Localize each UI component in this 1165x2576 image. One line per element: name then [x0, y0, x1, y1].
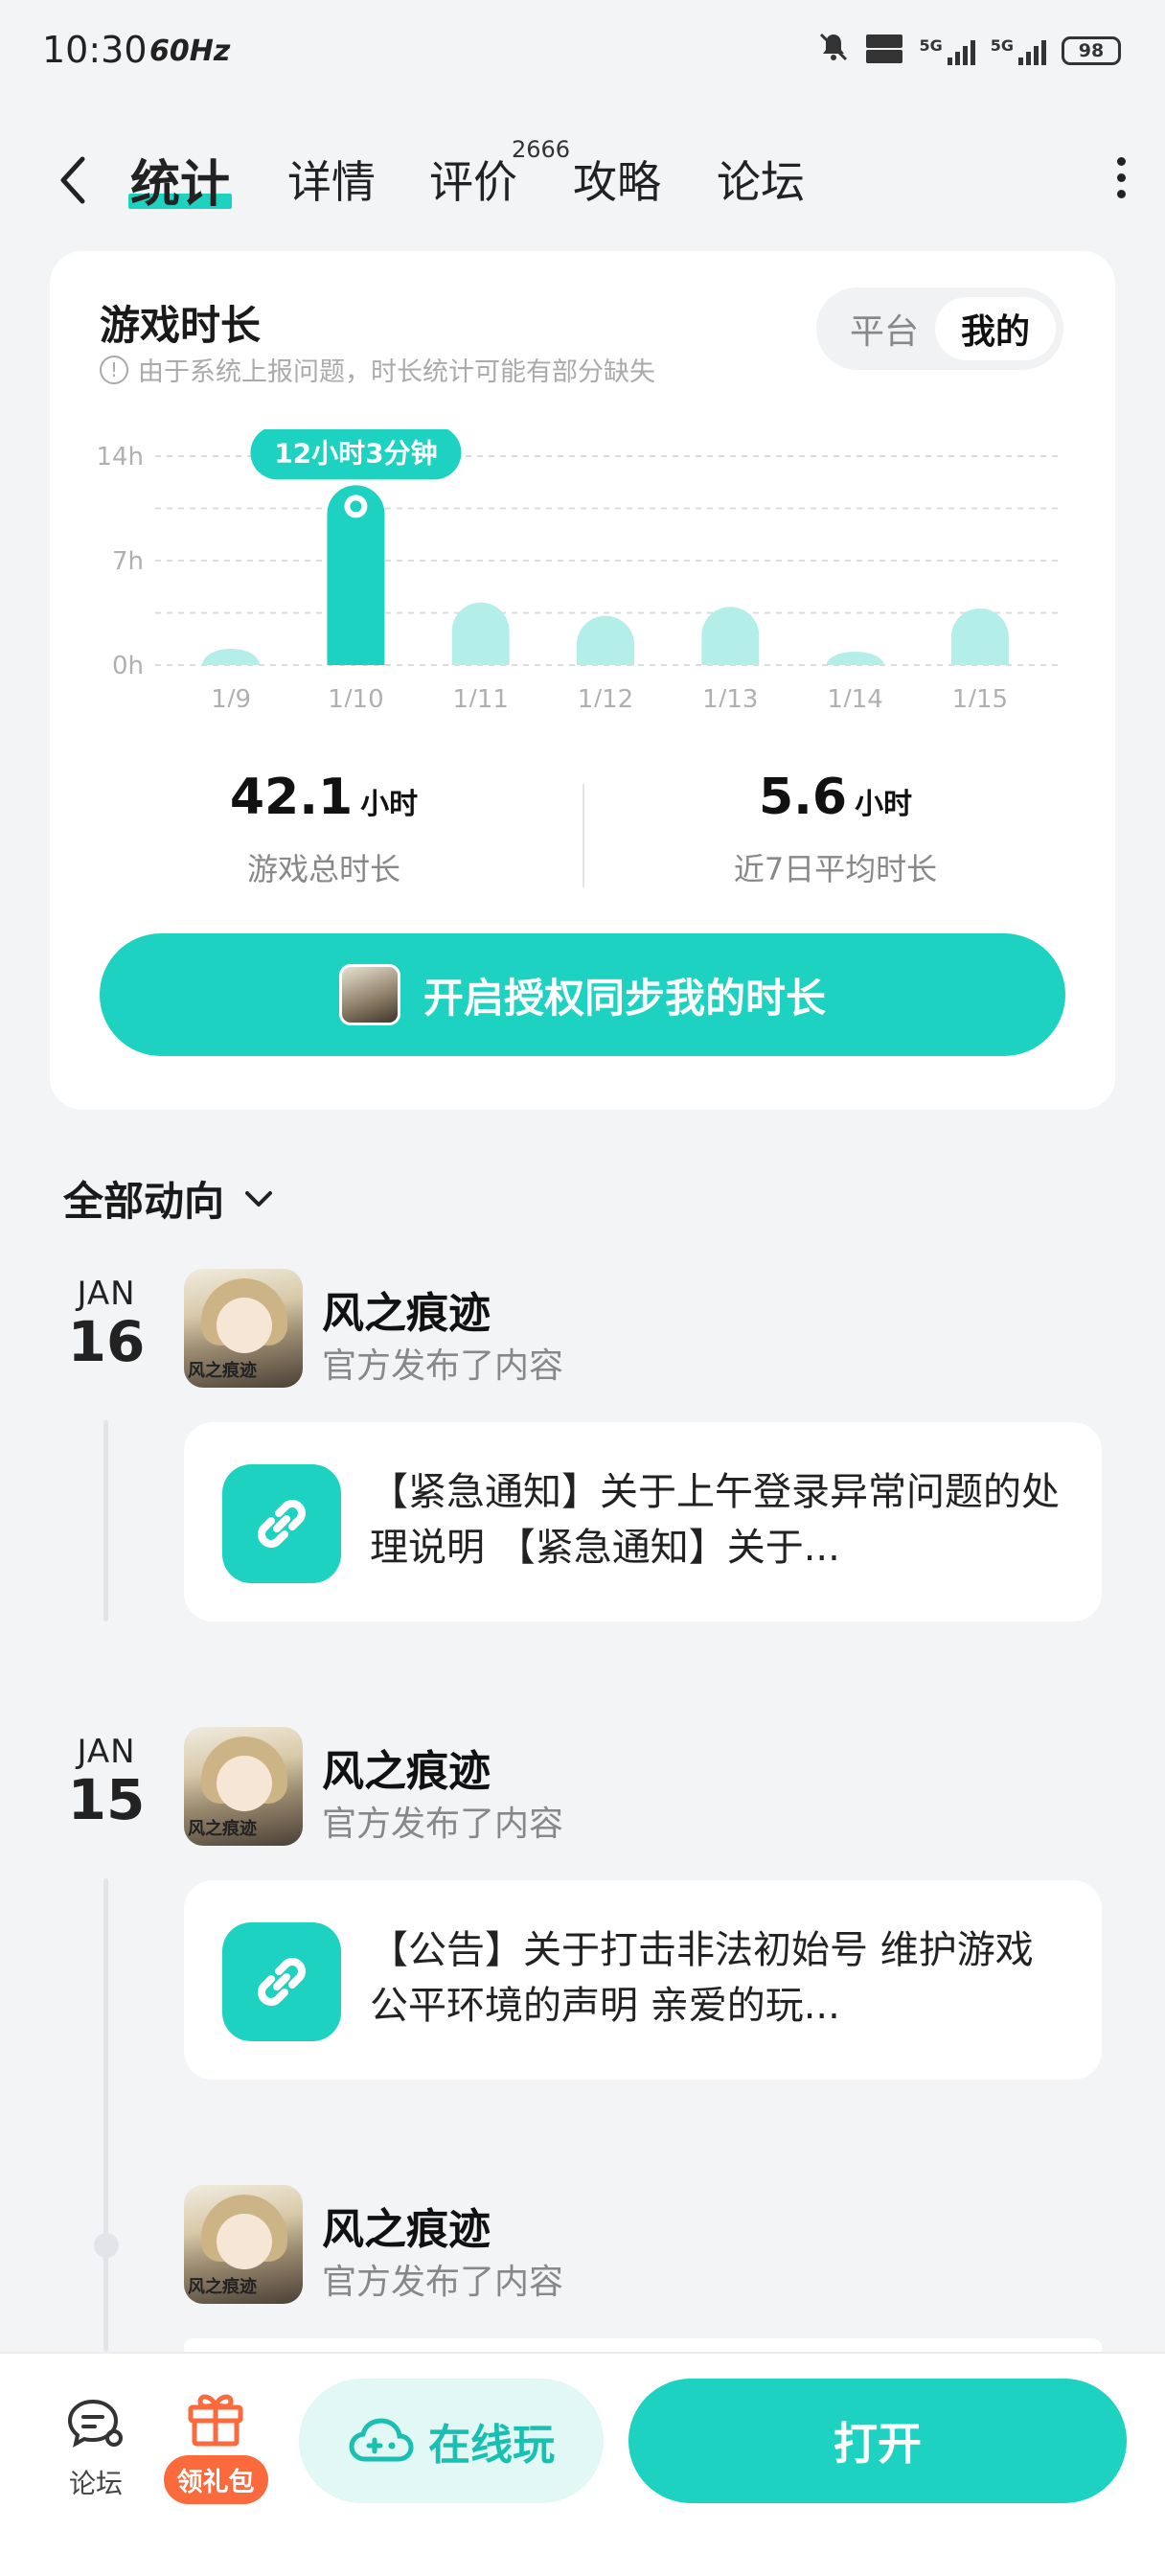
more-options-button[interactable] [1111, 157, 1131, 205]
y-tick-label: 14h [96, 443, 144, 472]
tab-details[interactable]: 详情 [287, 148, 376, 211]
info-icon: ! [100, 355, 128, 384]
post-date: JAN 15 [54, 1733, 159, 1829]
post-action: 官方发布了内容 [322, 1346, 564, 1386]
cloud-play-button[interactable]: 在线玩 [299, 2379, 604, 2503]
reviews-count-badge: 2666 [512, 136, 571, 163]
signal-icon: 5G [919, 36, 975, 65]
average-playtime-label: 近7日平均时长 [733, 851, 938, 887]
game-avatar [338, 964, 400, 1025]
hd-icon [865, 33, 903, 69]
chart-bar[interactable] [451, 602, 510, 665]
sync-playtime-button[interactable]: 开启授权同步我的时长 [100, 933, 1065, 1056]
average-playtime-unit: 小时 [855, 788, 913, 821]
post-card[interactable]: 【公告】关于打击非法初始号 维护游戏公平环境的声明 亲爱的玩... [184, 1880, 1102, 2080]
chart-bar[interactable] [950, 608, 1009, 665]
toggle-platform[interactable]: 平台 [824, 297, 945, 360]
chat-bubble-icon [67, 2399, 123, 2448]
card-title: 游戏时长 [100, 302, 262, 349]
author-avatar[interactable]: 风之痕迹 [184, 1269, 303, 1388]
gift-icon [188, 2394, 243, 2447]
feed-filter-dropdown[interactable]: 全部动向 [63, 1169, 276, 1228]
post-date: JAN 16 [54, 1275, 159, 1371]
author-avatar[interactable]: 风之痕迹 [184, 1727, 303, 1846]
y-tick-label: 0h [112, 652, 144, 680]
sync-button-label: 开启授权同步我的时长 [423, 974, 826, 1022]
status-time: 10:30 [42, 29, 148, 71]
feed-title: 全部动向 [63, 1178, 225, 1225]
top-nav: 统计 详情 评价 2666 攻略 论坛 [0, 134, 1165, 230]
x-tick-label: 1/14 [827, 685, 882, 707]
summary-stats: 42.1 小时 游戏总时长 5.6 小时 近7日平均时长 [50, 769, 1115, 887]
tooltip-text: 12小时3分钟 [274, 437, 437, 469]
signal-icon: 5G [991, 36, 1046, 65]
tab-reviews[interactable]: 评价 [429, 148, 517, 211]
post-card[interactable]: 【紧急通知】关于上午登录异常问题的处理说明 【紧急通知】关于... [184, 1422, 1102, 1622]
post-month: JAN [77, 1733, 136, 1771]
playtime-card: 游戏时长 ! 由于系统上报问题，时长统计可能有部分缺失 平台 我的 0h 7h 14… [50, 251, 1115, 1110]
average-playtime: 5.6 小时 近7日平均时长 [586, 769, 1085, 889]
chart-bar[interactable] [202, 648, 261, 665]
cloud-play-label: 在线玩 [428, 2421, 555, 2470]
post-month: JAN [77, 1275, 136, 1313]
cloud-gamepad-icon [349, 2418, 414, 2462]
gift-pack-button[interactable]: 领礼包 [155, 2386, 276, 2504]
total-playtime: 42.1 小时 游戏总时长 [75, 769, 573, 889]
forum-label: 论坛 [68, 2468, 123, 2499]
x-tick-label: 1/9 [211, 685, 251, 707]
platform-mine-toggle: 平台 我的 [816, 288, 1063, 370]
card-note: ! 由于系统上报问题，时长统计可能有部分缺失 [100, 351, 655, 388]
average-playtime-value: 5.6 [758, 769, 848, 826]
open-game-button[interactable]: 打开 [628, 2379, 1127, 2503]
chart-bar[interactable] [577, 615, 634, 665]
timeline-dot [94, 2233, 119, 2258]
selected-marker-inner [350, 500, 362, 513]
chevron-down-icon [245, 1190, 273, 1207]
tab-guides[interactable]: 攻略 [573, 148, 661, 211]
x-tick-label: 1/11 [453, 685, 509, 707]
status-bar: 10:30 60Hz 5G 5G 98 [0, 0, 1165, 105]
x-tick-label: 1/12 [578, 685, 633, 707]
post-action: 官方发布了内容 [322, 2263, 564, 2302]
chevron-left-icon [60, 156, 85, 204]
author-avatar[interactable]: 风之痕迹 [184, 2185, 303, 2304]
chart-bar[interactable] [701, 607, 760, 665]
refresh-rate: 60Hz [149, 34, 231, 68]
bottom-action-bar: 论坛 领礼包 在线玩 打开 [0, 2352, 1165, 2576]
link-icon [222, 1464, 341, 1583]
x-tick-label: 1/15 [952, 685, 1008, 707]
chart-bar[interactable] [826, 651, 884, 665]
post-author[interactable]: 风之痕迹 [322, 1278, 491, 1340]
post-text: 【紧急通知】关于上午登录异常问题的处理说明 【紧急通知】关于... [370, 1470, 1060, 1570]
post-author[interactable]: 风之痕迹 [322, 2195, 491, 2256]
card-note-text: 由于系统上报问题，时长统计可能有部分缺失 [138, 357, 655, 387]
total-playtime-unit: 小时 [360, 788, 419, 821]
total-playtime-label: 游戏总时长 [246, 851, 400, 887]
toggle-mine[interactable]: 我的 [935, 297, 1056, 360]
post-day: 16 [67, 1309, 146, 1374]
open-game-label: 打开 [834, 2418, 922, 2470]
post-day: 15 [67, 1767, 146, 1832]
link-icon [222, 1922, 341, 2041]
post-action: 官方发布了内容 [322, 1805, 564, 1844]
mute-icon [817, 31, 850, 70]
timeline-line [103, 1420, 108, 1622]
timeline-line [103, 1878, 108, 2352]
post-text: 【公告】关于打击非法初始号 维护游戏公平环境的声明 亲爱的玩... [370, 1928, 1034, 2028]
battery-icon: 98 [1062, 35, 1121, 65]
total-playtime-value: 42.1 [229, 769, 354, 826]
back-button[interactable] [54, 151, 96, 209]
y-tick-label: 7h [112, 547, 144, 576]
stats-divider [582, 784, 584, 887]
post-author[interactable]: 风之痕迹 [322, 1736, 491, 1798]
playtime-chart: 0h 7h 14h 1/9 1/10 12小时3分钟 1/11 1/12 1/13 1/14 1/1… [96, 429, 1060, 707]
gift-label: 领礼包 [163, 2455, 268, 2504]
tab-forum[interactable]: 论坛 [717, 148, 805, 211]
tab-stats[interactable]: 统计 [130, 144, 230, 216]
forum-button[interactable]: 论坛 [57, 2396, 134, 2501]
x-tick-label: 1/13 [702, 685, 758, 707]
x-tick-label: 1/10 [328, 685, 383, 707]
